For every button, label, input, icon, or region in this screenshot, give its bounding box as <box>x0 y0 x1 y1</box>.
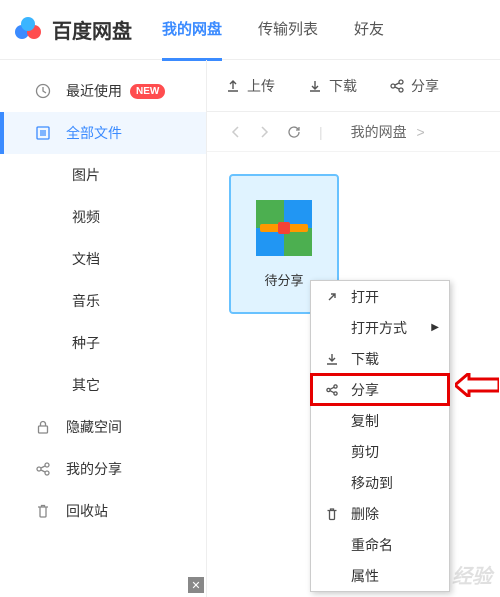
breadcrumb[interactable]: 我的网盘 > <box>351 122 425 142</box>
tab-my-disk[interactable]: 我的网盘 <box>162 0 222 61</box>
sidebar-item-images[interactable]: 图片 <box>0 154 206 196</box>
chevron-right-icon: ▶ <box>431 322 439 333</box>
sidebar-label: 我的分享 <box>66 459 122 479</box>
sidebar-label: 音乐 <box>72 291 100 311</box>
trash-icon <box>34 502 52 520</box>
tab-transfers[interactable]: 传输列表 <box>258 0 318 61</box>
sidebar-item-other[interactable]: 其它 <box>0 364 206 406</box>
ctx-open-with[interactable]: 打开方式▶ <box>311 312 449 343</box>
sidebar: 最近使用 NEW 全部文件 图片 视频 文档 音乐 种子 其它 隐藏空间 我的分… <box>0 60 207 597</box>
nav-forward-button[interactable] <box>259 125 269 139</box>
share-icon <box>34 460 52 478</box>
ctx-move-to[interactable]: 移动到 <box>311 467 449 498</box>
upload-button[interactable]: 上传 <box>225 76 275 96</box>
cloud-logo-icon <box>12 14 44 46</box>
ctx-copy[interactable]: 复制 <box>311 405 449 436</box>
lock-icon <box>34 418 52 436</box>
sidebar-label: 图片 <box>72 165 100 185</box>
app-logo: 百度网盘 <box>12 14 132 46</box>
trash-icon <box>323 507 341 521</box>
ctx-properties[interactable]: 属性 <box>311 560 449 591</box>
sidebar-item-all-files[interactable]: 全部文件 <box>0 112 206 154</box>
toolbar-label: 上传 <box>247 76 275 96</box>
share-icon <box>323 383 341 397</box>
share-button[interactable]: 分享 <box>389 76 439 96</box>
sidebar-label: 全部文件 <box>66 123 122 143</box>
ctx-delete[interactable]: 删除 <box>311 498 449 529</box>
sidebar-item-music[interactable]: 音乐 <box>0 280 206 322</box>
sidebar-label: 其它 <box>72 375 100 395</box>
sidebar-item-trash[interactable]: 回收站 <box>0 490 206 532</box>
sidebar-label: 回收站 <box>66 501 108 521</box>
sidebar-item-videos[interactable]: 视频 <box>0 196 206 238</box>
file-name-label: 待分享 <box>264 270 303 289</box>
clock-icon <box>34 82 52 100</box>
ctx-download[interactable]: 下载 <box>311 343 449 374</box>
sidebar-label: 隐藏空间 <box>66 417 122 437</box>
sidebar-item-my-shares[interactable]: 我的分享 <box>0 448 206 490</box>
toolbar-label: 下载 <box>329 76 357 96</box>
download-icon <box>323 352 341 366</box>
zip-file-icon <box>256 200 312 256</box>
app-title: 百度网盘 <box>52 15 132 44</box>
refresh-button[interactable] <box>287 125 301 139</box>
sidebar-label: 种子 <box>72 333 100 353</box>
new-badge: NEW <box>130 84 165 99</box>
download-button[interactable]: 下载 <box>307 76 357 96</box>
list-icon <box>34 124 52 142</box>
context-menu: 打开 打开方式▶ 下载 分享 复制 剪切 移动到 删除 重命名 属性 <box>310 280 450 592</box>
ctx-cut[interactable]: 剪切 <box>311 436 449 467</box>
sidebar-label: 视频 <box>72 207 100 227</box>
upload-icon <box>225 78 241 94</box>
sidebar-item-seeds[interactable]: 种子 <box>0 322 206 364</box>
sidebar-item-hidden[interactable]: 隐藏空间 <box>0 406 206 448</box>
sidebar-item-recent[interactable]: 最近使用 NEW <box>0 70 206 112</box>
nav-back-button[interactable] <box>231 125 241 139</box>
annotation-arrow <box>455 373 499 397</box>
open-icon <box>323 290 341 304</box>
ctx-open[interactable]: 打开 <box>311 281 449 312</box>
ctx-share[interactable]: 分享 <box>311 374 449 405</box>
sidebar-label: 最近使用 <box>66 81 122 101</box>
sidebar-item-docs[interactable]: 文档 <box>0 238 206 280</box>
download-icon <box>307 78 323 94</box>
close-icon[interactable]: ✕ <box>188 577 204 593</box>
toolbar-label: 分享 <box>411 76 439 96</box>
tab-friends[interactable]: 好友 <box>354 0 384 61</box>
sidebar-label: 文档 <box>72 249 100 269</box>
share-icon <box>389 78 405 94</box>
ctx-rename[interactable]: 重命名 <box>311 529 449 560</box>
